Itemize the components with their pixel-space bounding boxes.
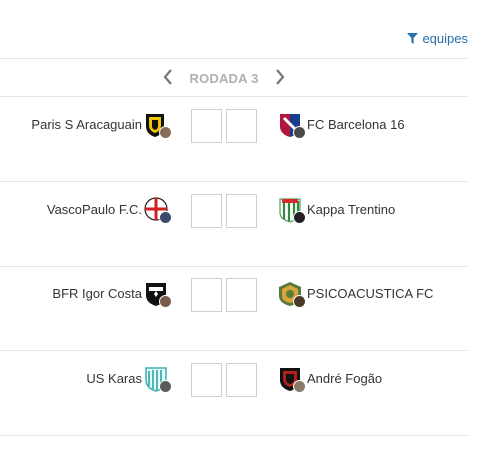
away-score-input[interactable] <box>226 278 257 312</box>
match-row: VascoPaulo F.C. Kappa Trentino <box>0 182 468 267</box>
round-label: RODADA 3 <box>189 71 259 86</box>
filter-icon <box>407 33 419 44</box>
away-score-input[interactable] <box>226 194 257 228</box>
away-team-badge <box>278 197 306 224</box>
away-team-badge <box>278 281 306 308</box>
teams-filter-button[interactable]: equipes <box>407 31 468 46</box>
round-navigator: RODADA 3 <box>0 59 468 97</box>
home-score-input[interactable] <box>191 278 222 312</box>
home-score-input[interactable] <box>191 363 222 397</box>
home-team-name: VascoPaulo F.C. <box>46 202 142 217</box>
match-row: BFR Igor Costa PSICOACUSTICA FC <box>0 266 468 351</box>
home-team-name: Paris S Aracaguain <box>31 117 142 132</box>
match-row: Paris S Aracaguain FC Barcelona 16 <box>0 97 468 182</box>
home-team-badge <box>144 281 172 308</box>
chevron-left-icon[interactable] <box>160 67 176 87</box>
home-team-badge <box>144 112 172 139</box>
teams-filter-label: equipes <box>422 31 468 46</box>
away-score-input[interactable] <box>226 363 257 397</box>
away-team-name: FC Barcelona 16 <box>307 117 405 132</box>
filter-bar: equipes <box>0 0 468 59</box>
away-team-badge <box>278 366 306 393</box>
away-score-input[interactable] <box>226 109 257 143</box>
away-team-name: André Fogão <box>307 371 383 386</box>
home-score-input[interactable] <box>191 109 222 143</box>
home-score-input[interactable] <box>191 194 222 228</box>
home-team-badge <box>144 197 172 224</box>
away-team-badge <box>278 112 306 139</box>
chevron-right-icon[interactable] <box>272 67 288 87</box>
home-team-name: BFR Igor Costa <box>52 286 142 301</box>
away-team-name: PSICOACUSTICA FC <box>307 286 434 301</box>
home-team-badge <box>144 366 172 393</box>
match-row: US Karas André Fogão <box>0 351 468 436</box>
away-team-name: Kappa Trentino <box>307 202 396 217</box>
home-team-name: US Karas <box>86 371 142 386</box>
